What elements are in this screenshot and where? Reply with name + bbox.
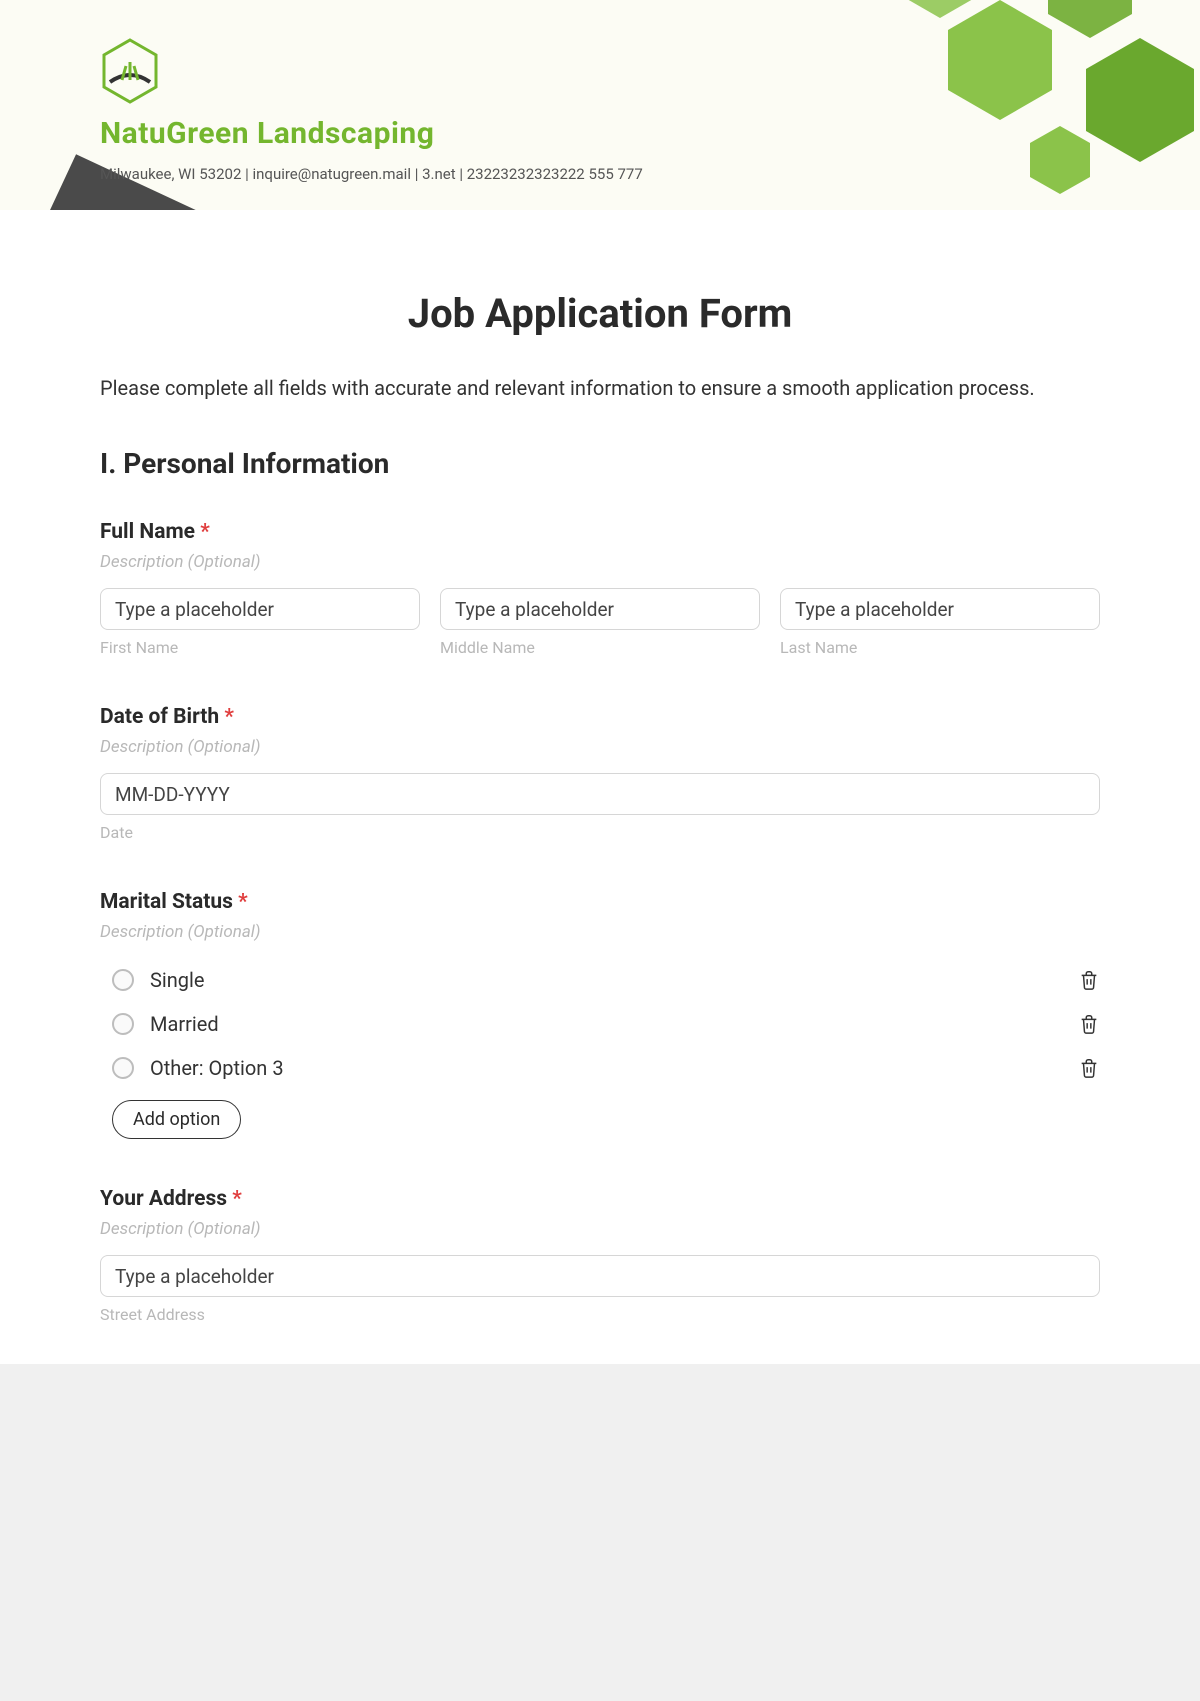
radio-row-single: Single [112,958,1100,1002]
field-dob: Date of Birth * Description (Optional) M… [100,705,1100,842]
address-desc[interactable]: Description (Optional) [100,1219,1100,1239]
dob-desc[interactable]: Description (Optional) [100,737,1100,757]
last-name-sublabel: Last Name [780,638,1100,657]
radio-single-label[interactable]: Single [150,968,204,992]
dob-label: Date of Birth * [100,705,1100,729]
radio-row-other: Other: Option 3 [112,1046,1100,1090]
radio-married-label[interactable]: Married [150,1012,219,1036]
marital-desc[interactable]: Description (Optional) [100,922,1100,942]
street-address-sublabel: Street Address [100,1305,1100,1324]
brand-contact: Milwaukee, WI 53202 | inquire@natugreen.… [100,165,643,183]
add-option-button[interactable]: Add option [112,1100,241,1139]
trash-icon[interactable] [1078,968,1100,992]
full-name-desc[interactable]: Description (Optional) [100,552,1100,572]
radio-other-label[interactable]: Other: Option 3 [150,1056,284,1080]
trash-icon[interactable] [1078,1012,1100,1036]
section-heading-personal: I. Personal Information [100,447,1100,480]
radio-row-married: Married [112,1002,1100,1046]
radio-other[interactable] [112,1057,134,1079]
letterhead: NatuGreen Landscaping Milwaukee, WI 5320… [0,0,1200,210]
field-full-name: Full Name * Description (Optional) Type … [100,520,1100,657]
address-label: Your Address * [100,1187,1100,1211]
field-marital: Marital Status * Description (Optional) … [100,890,1100,1139]
middle-name-sublabel: Middle Name [440,638,760,657]
radio-single[interactable] [112,969,134,991]
intro-text: Please complete all fields with accurate… [100,371,1100,405]
decorative-hex-graphic [740,0,1200,210]
street-address-input[interactable]: Type a placeholder [100,1255,1100,1297]
field-address: Your Address * Description (Optional) Ty… [100,1187,1100,1324]
dob-sublabel: Date [100,823,1100,842]
trash-icon[interactable] [1078,1056,1100,1080]
last-name-input[interactable]: Type a placeholder [780,588,1100,630]
first-name-sublabel: First Name [100,638,420,657]
brand-name: NatuGreen Landscaping [100,116,643,151]
full-name-label: Full Name * [100,520,1100,544]
radio-married[interactable] [112,1013,134,1035]
first-name-input[interactable]: Type a placeholder [100,588,420,630]
dob-input[interactable]: MM-DD-YYYY [100,773,1100,815]
page-title: Job Application Form [100,290,1100,337]
marital-label: Marital Status * [100,890,1100,914]
middle-name-input[interactable]: Type a placeholder [440,588,760,630]
brand-logo-icon [100,38,160,104]
